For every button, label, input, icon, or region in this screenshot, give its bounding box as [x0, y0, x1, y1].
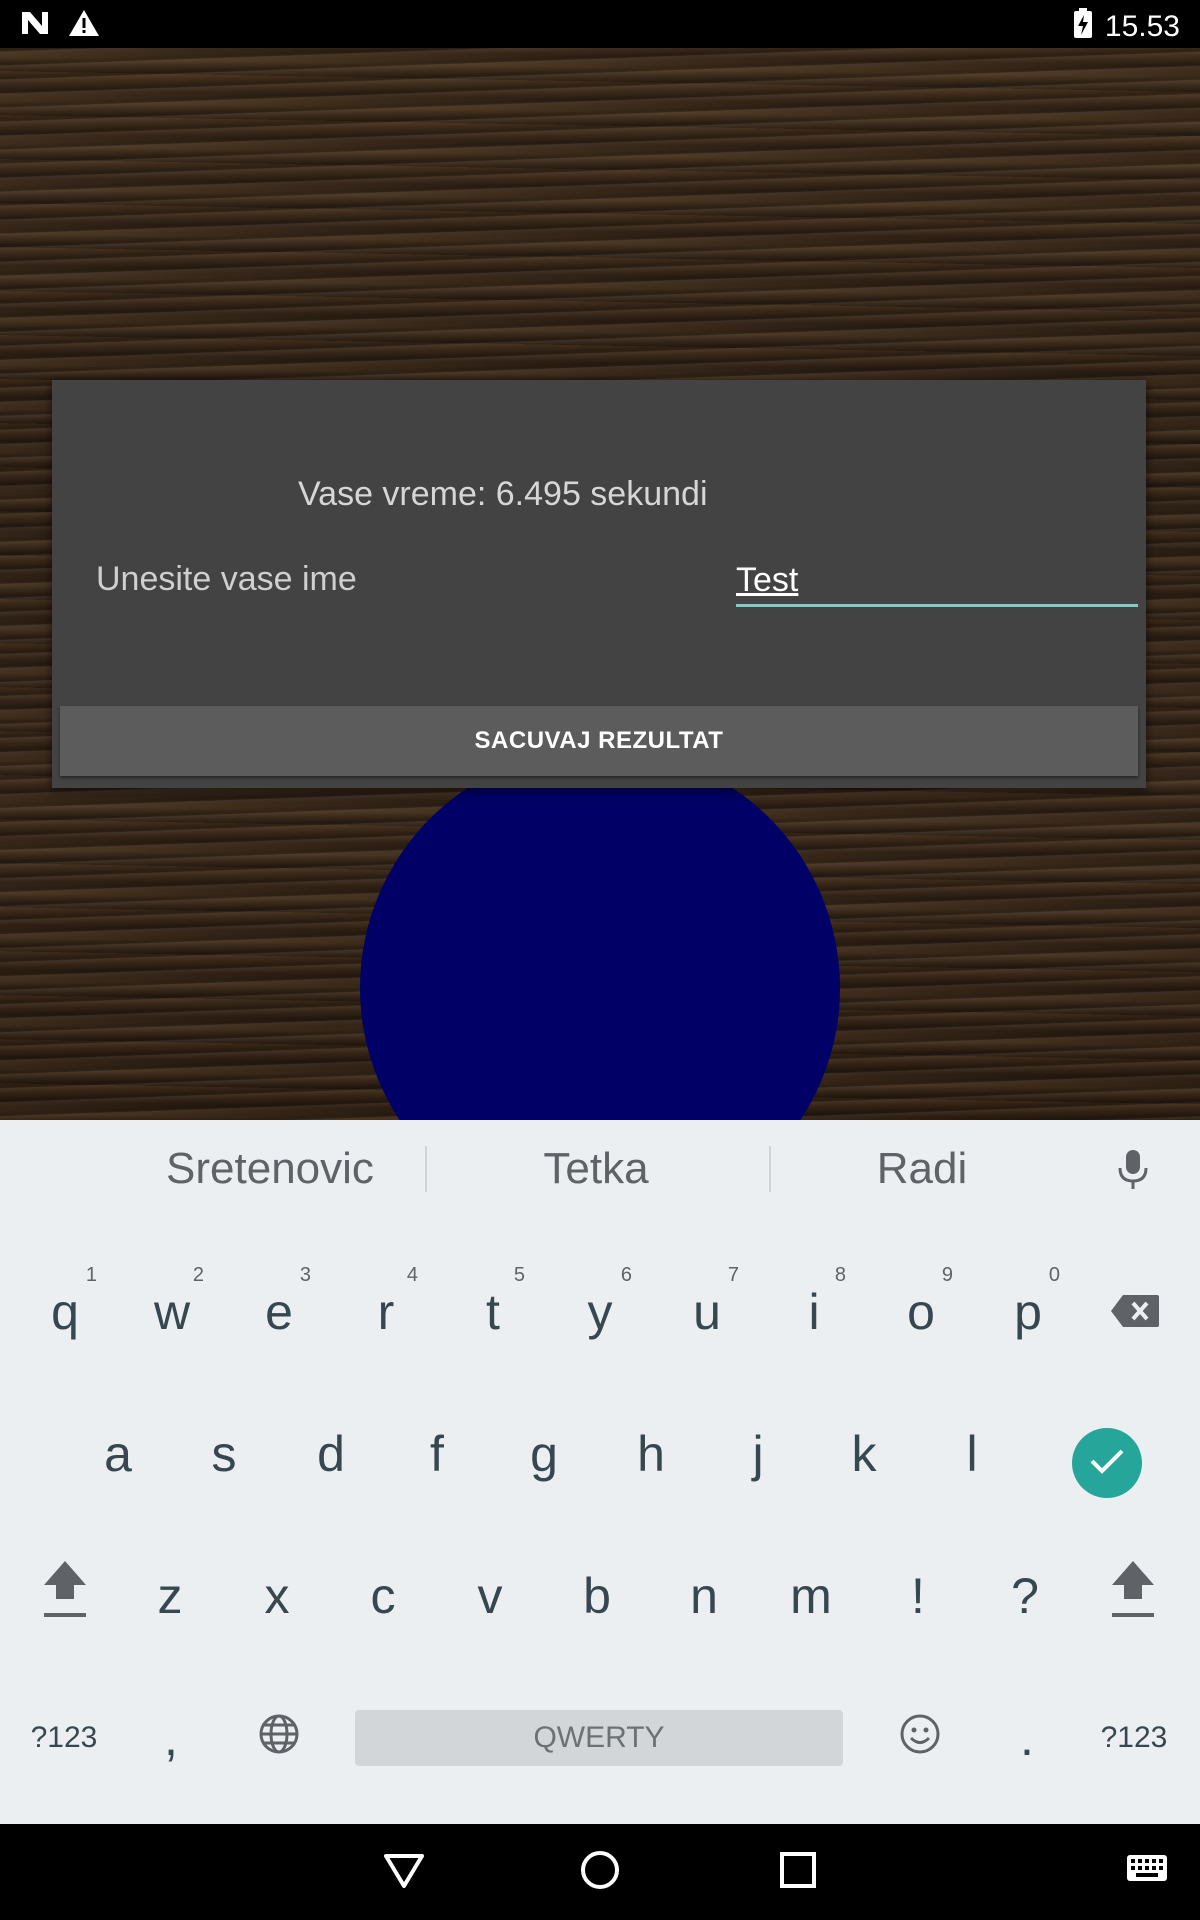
- key-b[interactable]: b: [547, 1546, 647, 1646]
- key-n[interactable]: n: [654, 1546, 754, 1646]
- home-icon[interactable]: [578, 1848, 622, 1897]
- key-e[interactable]: e3: [229, 1262, 329, 1362]
- language-key[interactable]: [229, 1688, 329, 1788]
- key-label: e: [265, 1284, 293, 1340]
- suggestion-divider: [425, 1146, 427, 1192]
- checkmark-icon: [1089, 1447, 1125, 1480]
- status-time: 15.53: [1104, 10, 1180, 43]
- target-circle[interactable]: [360, 748, 840, 1120]
- key-label: i: [808, 1284, 820, 1340]
- back-icon[interactable]: [382, 1848, 426, 1897]
- key-exclamation[interactable]: !: [868, 1546, 968, 1646]
- key-c[interactable]: c: [333, 1546, 433, 1646]
- key-k[interactable]: k: [814, 1404, 914, 1504]
- key-v[interactable]: v: [440, 1546, 540, 1646]
- navigation-bar: [0, 1824, 1200, 1920]
- key-h[interactable]: h: [601, 1404, 701, 1504]
- key-z[interactable]: z: [120, 1546, 220, 1646]
- key-period[interactable]: .: [977, 1688, 1077, 1788]
- key-r[interactable]: r4: [336, 1262, 436, 1362]
- key-label: t: [486, 1284, 500, 1340]
- key-label: p: [1014, 1284, 1042, 1340]
- emoji-icon: [899, 1709, 941, 1767]
- name-input[interactable]: [736, 556, 1138, 607]
- key-o[interactable]: o9: [871, 1262, 971, 1362]
- key-hint: 6: [620, 1264, 632, 1286]
- key-g[interactable]: g: [494, 1404, 594, 1504]
- key-s[interactable]: s: [174, 1404, 274, 1504]
- symbols-key-left[interactable]: ?123: [14, 1688, 114, 1788]
- key-label: y: [587, 1284, 613, 1340]
- key-y[interactable]: y6: [550, 1262, 650, 1362]
- key-hint: 8: [834, 1264, 846, 1286]
- shift-key-right[interactable]: [1083, 1546, 1183, 1646]
- suggestion-2[interactable]: Tetka: [436, 1120, 756, 1218]
- key-hint: 7: [727, 1264, 739, 1286]
- key-hint: 9: [941, 1264, 953, 1286]
- key-p[interactable]: p0: [978, 1262, 1078, 1362]
- shift-icon: [42, 1559, 88, 1633]
- soft-keyboard: q1 w2 e3 r4 t5 y6 u7 i8 o9 p0 a s d f g …: [0, 1218, 1200, 1824]
- warning-icon: [68, 9, 100, 42]
- key-hint: 0: [1048, 1264, 1060, 1286]
- key-j[interactable]: j: [708, 1404, 808, 1504]
- key-hint: 3: [299, 1264, 311, 1286]
- key-i[interactable]: i8: [764, 1262, 864, 1362]
- key-a[interactable]: a: [68, 1404, 168, 1504]
- enter-key[interactable]: [1072, 1428, 1142, 1498]
- space-bar[interactable]: QWERTY: [355, 1710, 843, 1766]
- keyboard-switch-icon[interactable]: [1126, 1854, 1168, 1887]
- key-q[interactable]: q1: [15, 1262, 115, 1362]
- key-label: r: [377, 1284, 395, 1340]
- save-result-button[interactable]: SACUVAJ REZULTAT: [60, 706, 1138, 776]
- key-w[interactable]: w2: [122, 1262, 222, 1362]
- key-f[interactable]: f: [387, 1404, 487, 1504]
- name-label: Unesite vase ime: [96, 560, 357, 598]
- shift-icon: [1110, 1559, 1156, 1633]
- battery-charging-icon: [1073, 8, 1093, 46]
- key-u[interactable]: u7: [657, 1262, 757, 1362]
- suggestion-1[interactable]: Sretenovic: [110, 1120, 430, 1218]
- symbols-key-right[interactable]: ?123: [1084, 1688, 1184, 1788]
- key-hint: 4: [406, 1264, 418, 1286]
- key-hint: 5: [513, 1264, 525, 1286]
- time-result-text: Vase vreme: 6.495 sekundi: [298, 475, 708, 513]
- n-icon: [20, 10, 50, 41]
- backspace-icon: [1109, 1283, 1161, 1341]
- key-label: w: [153, 1284, 191, 1340]
- emoji-key[interactable]: [870, 1688, 970, 1788]
- shift-key-left[interactable]: [15, 1546, 115, 1646]
- key-question[interactable]: ?: [975, 1546, 1075, 1646]
- suggestion-strip: Sretenovic Tetka Radi: [0, 1120, 1200, 1219]
- microphone-icon[interactable]: [1115, 1148, 1151, 1197]
- key-d[interactable]: d: [281, 1404, 381, 1504]
- backspace-key[interactable]: [1085, 1262, 1185, 1362]
- globe-icon: [258, 1709, 300, 1767]
- key-hint: 1: [85, 1264, 97, 1286]
- result-dialog: Vase vreme: 6.495 sekundi Unesite vase i…: [52, 380, 1146, 788]
- status-bar: 15.53: [0, 0, 1200, 48]
- key-comma[interactable]: ,: [121, 1688, 221, 1788]
- key-label: q: [51, 1284, 79, 1340]
- key-l[interactable]: l: [922, 1404, 1022, 1504]
- key-m[interactable]: m: [761, 1546, 861, 1646]
- recents-icon[interactable]: [776, 1848, 820, 1897]
- key-label: o: [907, 1284, 935, 1340]
- key-x[interactable]: x: [227, 1546, 327, 1646]
- key-hint: 2: [192, 1264, 204, 1286]
- key-label: u: [693, 1284, 721, 1340]
- key-t[interactable]: t5: [443, 1262, 543, 1362]
- suggestion-3[interactable]: Radi: [762, 1120, 1082, 1218]
